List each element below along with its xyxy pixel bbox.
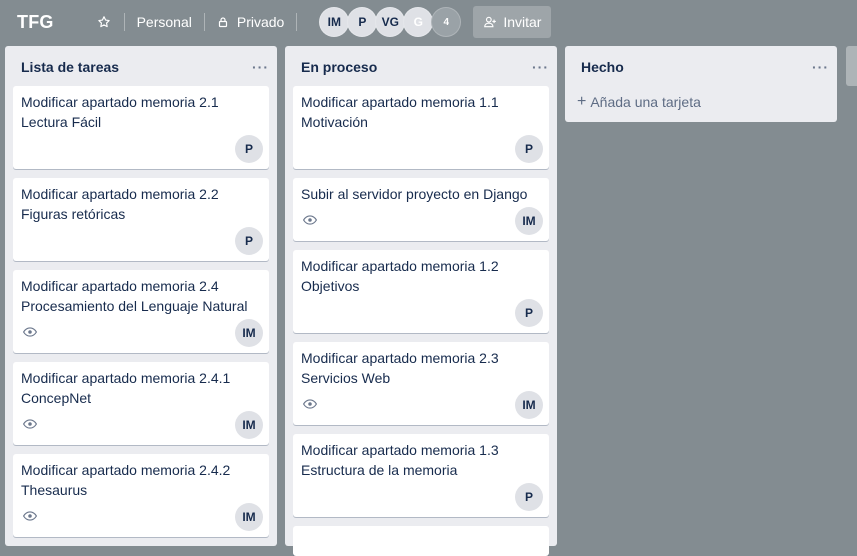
card-title: Modificar apartado memoria 2.1 Lectura Fá…: [21, 94, 219, 130]
header-divider: [123, 13, 125, 31]
next-list-edge[interactable]: [846, 46, 857, 86]
header-divider: [296, 13, 298, 31]
star-button[interactable]: [90, 7, 118, 37]
card-title: Modificar apartado memoria 1.1 Motivación: [301, 94, 499, 130]
card[interactable]: Modificar apartado memoria 1.3 Estructura…: [293, 434, 549, 517]
member-avatar[interactable]: VG: [375, 7, 406, 37]
member-avatar[interactable]: P: [235, 227, 263, 255]
board-title[interactable]: TFG: [17, 12, 54, 33]
eye-icon: [23, 327, 37, 337]
member-avatar[interactable]: P: [515, 299, 543, 327]
card-title: Modificar apartado memoria 2.3 Servicios …: [301, 350, 499, 386]
lock-icon: [218, 17, 227, 28]
card-title: Modificar apartado memoria 1.3 Estructura…: [301, 442, 499, 478]
card[interactable]: Modificar apartado memoria 1.1 Motivación…: [293, 86, 549, 169]
invite-button[interactable]: Invitar: [473, 6, 552, 38]
invite-label: Invitar: [503, 14, 542, 30]
member-avatar[interactable]: IM: [319, 7, 350, 37]
member-count[interactable]: 4: [431, 7, 462, 37]
eye-icon: [23, 511, 37, 521]
visibility-label: Privado: [236, 14, 285, 30]
more-icon[interactable]: ···: [532, 59, 549, 75]
list-header: Lista de tareas ···: [5, 46, 277, 88]
list-lista-de-tareas: Lista de tareas ··· Modificar apartado m…: [5, 46, 277, 546]
member-avatar[interactable]: P: [235, 135, 263, 163]
add-card-label: Añada una tarjeta: [590, 94, 701, 110]
eye-icon: [303, 215, 317, 225]
member-avatar[interactable]: P: [515, 483, 543, 511]
list-header: En proceso ···: [285, 46, 557, 88]
more-icon[interactable]: ···: [812, 59, 829, 75]
team-button[interactable]: Personal: [131, 7, 198, 37]
card-title: Modificar apartado memoria 1.2 Objetivos: [301, 258, 499, 294]
list-title[interactable]: Hecho: [581, 59, 624, 75]
card[interactable]: Modificar apartado memoria 2.1 Lectura Fá…: [13, 86, 269, 169]
card[interactable]: Modificar apartado memoria 2.3 Servicios …: [293, 342, 549, 425]
member-avatar[interactable]: IM: [235, 411, 263, 439]
card-title: Modificar apartado memoria 2.4.1 ConcepNe…: [21, 370, 231, 406]
add-member-icon: [484, 16, 497, 28]
header-divider: [203, 13, 205, 31]
more-icon[interactable]: ···: [252, 59, 269, 75]
card[interactable]: Modificar apartado memoria 2.2 Figuras re…: [13, 178, 269, 261]
member-avatar[interactable]: IM: [515, 391, 543, 419]
card[interactable]: Modificar apartado memoria 2.4.1 ConcepNe…: [13, 362, 269, 445]
list-title[interactable]: En proceso: [301, 59, 377, 75]
card[interactable]: [293, 526, 549, 556]
member-avatar[interactable]: IM: [235, 319, 263, 347]
card[interactable]: Modificar apartado memoria 1.2 Objetivos …: [293, 250, 549, 333]
member-avatar[interactable]: IM: [515, 207, 543, 235]
member-avatar[interactable]: P: [515, 135, 543, 163]
member-avatar[interactable]: IM: [235, 503, 263, 531]
eye-icon: [303, 399, 317, 409]
card-title: Modificar apartado memoria 2.4.2 Thesauru…: [21, 462, 231, 498]
list-hecho: Hecho ··· + Añada una tarjeta: [565, 46, 837, 122]
star-icon: [97, 16, 110, 28]
visibility-button[interactable]: Privado: [211, 7, 290, 37]
card[interactable]: Subir al servidor proyecto en Django IM: [293, 178, 549, 241]
board-header: TFG Personal Privado IM P VG G 4 Invitar: [0, 0, 857, 44]
card-title: Modificar apartado memoria 2.4 Procesamie…: [21, 278, 248, 314]
card[interactable]: Modificar apartado memoria 2.4 Procesamie…: [13, 270, 269, 353]
card-title: Modificar apartado memoria 2.2 Figuras re…: [21, 186, 219, 222]
member-avatar[interactable]: G: [403, 7, 434, 37]
board-members: IM P VG G 4: [319, 7, 462, 37]
card[interactable]: Modificar apartado memoria 2.4.2 Thesauru…: [13, 454, 269, 537]
eye-icon: [23, 419, 37, 429]
list-en-proceso: En proceso ··· Modificar apartado memori…: [285, 46, 557, 556]
card-title: Subir al servidor proyecto en Django: [301, 186, 528, 202]
plus-icon: +: [577, 93, 587, 110]
add-card-button[interactable]: + Añada una tarjeta: [565, 88, 837, 116]
list-header: Hecho ···: [565, 46, 837, 88]
member-avatar[interactable]: P: [347, 7, 378, 37]
list-title[interactable]: Lista de tareas: [21, 59, 119, 75]
